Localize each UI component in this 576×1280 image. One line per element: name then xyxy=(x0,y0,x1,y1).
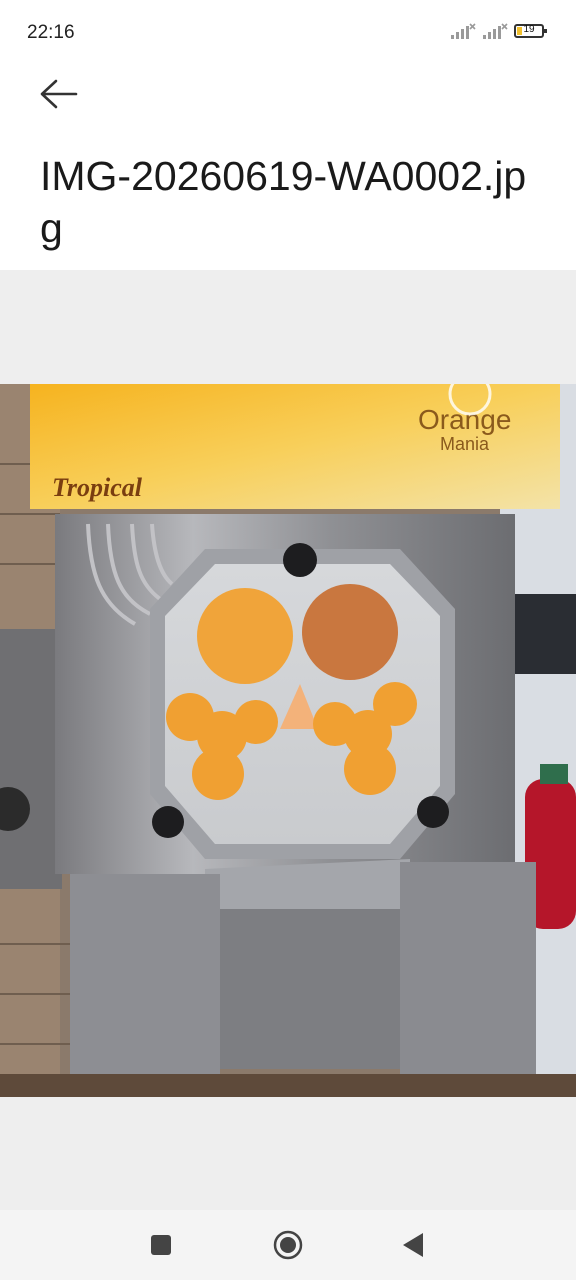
sign-tropical-text: Tropical xyxy=(52,473,143,502)
sign-brand-mania: Mania xyxy=(440,434,490,454)
status-bar: 22:16 19 xyxy=(0,0,576,68)
recents-button[interactable] xyxy=(143,1227,179,1263)
home-button[interactable] xyxy=(270,1227,306,1263)
status-icons: 19 xyxy=(450,22,547,40)
back-button[interactable] xyxy=(34,72,82,116)
triangle-back-icon xyxy=(403,1233,423,1257)
battery-icon: 19 xyxy=(514,24,547,38)
navigation-bar xyxy=(0,1210,576,1280)
circle-home-icon xyxy=(273,1230,303,1260)
signal-icon xyxy=(483,23,508,39)
file-title: IMG-20260619-WA0002.jpg xyxy=(40,153,527,251)
signal-icon xyxy=(451,23,476,39)
image-viewer[interactable]: Tropical Orange Mania xyxy=(0,270,576,1210)
nav-back-button[interactable] xyxy=(395,1227,431,1263)
status-time: 22:16 xyxy=(27,22,75,43)
sign-brand-orange: Orange xyxy=(418,404,511,435)
battery-tip xyxy=(544,29,547,33)
square-recents-icon xyxy=(151,1235,171,1255)
arrow-left-icon xyxy=(40,79,78,109)
juicer-photo[interactable]: Tropical Orange Mania xyxy=(0,384,576,1097)
battery-level: 19 xyxy=(523,24,535,35)
app-bar: IMG-20260619-WA0002.jpg xyxy=(0,68,576,270)
